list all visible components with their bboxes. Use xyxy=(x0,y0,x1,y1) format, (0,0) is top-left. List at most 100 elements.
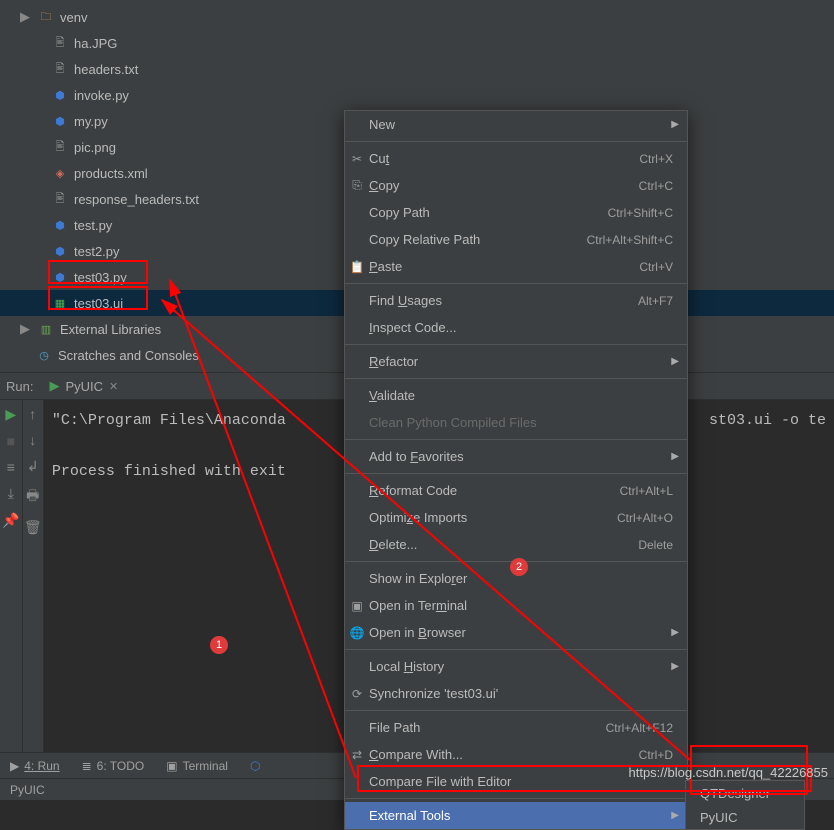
menu-icon: 🌐 xyxy=(349,626,365,640)
menu-item-open-in-browser[interactable]: 🌐Open in Browser▶ xyxy=(345,619,687,646)
submenu-item-qtdesigner[interactable]: QTDesigner xyxy=(686,781,804,805)
trash-icon[interactable]: 🗑 xyxy=(24,519,42,536)
status-text: PyUIC xyxy=(10,783,45,797)
menu-item-file-path[interactable]: File PathCtrl+Alt+F12 xyxy=(345,714,687,741)
menu-item-clean-python-compiled-files: Clean Python Compiled Files xyxy=(345,409,687,436)
menu-item-synchronize-test03-ui[interactable]: ⟳Synchronize 'test03.ui' xyxy=(345,680,687,707)
menu-item-find-usages[interactable]: Find UsagesAlt+F7 xyxy=(345,287,687,314)
menu-separator xyxy=(345,710,687,711)
folder-icon: 🗀 xyxy=(38,9,54,25)
tree-file-label: headers.txt xyxy=(74,62,138,77)
file-file-icon: 🖹 xyxy=(52,61,68,77)
play-icon: ▶ xyxy=(10,759,19,773)
menu-item-paste[interactable]: 📋PasteCtrl+V xyxy=(345,253,687,280)
menu-icon: 📋 xyxy=(349,260,365,274)
menu-item-label: Synchronize 'test03.ui' xyxy=(369,686,673,701)
menu-separator xyxy=(345,439,687,440)
menu-item-reformat-code[interactable]: Reformat CodeCtrl+Alt+L xyxy=(345,477,687,504)
menu-item-external-tools[interactable]: External Tools▶ xyxy=(345,802,687,829)
tree-item-label: External Libraries xyxy=(60,322,161,337)
file-file-icon: 🖹 xyxy=(52,139,68,155)
menu-item-label: Paste xyxy=(369,259,639,274)
py-file-icon: ⬢ xyxy=(52,87,68,103)
file-file-icon: 🖹 xyxy=(52,191,68,207)
wrap-icon[interactable]: ↲ xyxy=(27,458,39,475)
tree-file-headers-txt[interactable]: 🖹 headers.txt xyxy=(0,56,834,82)
menu-item-label: Local History xyxy=(369,659,673,674)
submenu-arrow-icon: ▶ xyxy=(671,356,679,367)
tree-file-label: invoke.py xyxy=(74,88,129,103)
tool-run[interactable]: ▶ 4: Run xyxy=(10,759,60,773)
menu-item-open-in-terminal[interactable]: ▣Open in Terminal xyxy=(345,592,687,619)
menu-item-optimize-imports[interactable]: Optimize ImportsCtrl+Alt+O xyxy=(345,504,687,531)
menu-item-label: Reformat Code xyxy=(369,483,620,498)
ui-file-icon: ▦ xyxy=(52,295,68,311)
tree-file-label: my.py xyxy=(74,114,108,129)
menu-separator xyxy=(345,283,687,284)
tool-terminal[interactable]: ▣ Terminal xyxy=(166,759,228,773)
menu-item-local-history[interactable]: Local History▶ xyxy=(345,653,687,680)
scroll-icon[interactable]: ⤓ xyxy=(8,485,14,502)
watermark: https://blog.csdn.net/qq_42226855 xyxy=(629,765,829,780)
menu-shortcut: Ctrl+Alt+Shift+C xyxy=(587,233,673,247)
menu-item-copy-path[interactable]: Copy PathCtrl+Shift+C xyxy=(345,199,687,226)
file-file-icon: 🖹 xyxy=(52,35,68,51)
tree-file-label: ha.JPG xyxy=(74,36,117,51)
menu-shortcut: Alt+F7 xyxy=(638,294,673,308)
menu-item-new[interactable]: New▶ xyxy=(345,111,687,138)
menu-item-validate[interactable]: Validate xyxy=(345,382,687,409)
menu-item-label: Copy xyxy=(369,178,639,193)
run-tab[interactable]: ▶ PyUIC ✕ xyxy=(43,373,124,399)
menu-item-label: External Tools xyxy=(369,808,673,823)
menu-shortcut: Ctrl+Shift+C xyxy=(608,206,673,220)
menu-item-label: Compare File with Editor xyxy=(369,774,673,789)
down-icon[interactable]: ↓ xyxy=(29,432,36,448)
tree-folder-venv[interactable]: ▶ 🗀 venv xyxy=(0,4,834,30)
tool-todo[interactable]: ≣ 6: TODO xyxy=(82,759,145,773)
menu-item-add-to-favorites[interactable]: Add to Favorites▶ xyxy=(345,443,687,470)
tree-item-label: Scratches and Consoles xyxy=(58,348,199,363)
menu-icon: ✂ xyxy=(349,152,365,166)
menu-item-inspect-code[interactable]: Inspect Code... xyxy=(345,314,687,341)
stop-icon[interactable]: ■ xyxy=(7,433,15,449)
menu-item-copy-relative-path[interactable]: Copy Relative PathCtrl+Alt+Shift+C xyxy=(345,226,687,253)
run-gutter-right: ↑ ↓ ↲ 🖶 🗑 xyxy=(23,400,44,752)
layout-icon[interactable]: ≡ xyxy=(7,459,15,475)
tree-file-invoke-py[interactable]: ⬢ invoke.py xyxy=(0,82,834,108)
menu-separator xyxy=(345,561,687,562)
python-icon: ⬡ xyxy=(250,759,260,773)
pin-icon[interactable]: 📌 xyxy=(2,512,19,529)
tree-file-ha-JPG[interactable]: 🖹 ha.JPG xyxy=(0,30,834,56)
menu-item-label: Copy Path xyxy=(369,205,608,220)
up-icon[interactable]: ↑ xyxy=(29,406,36,422)
todo-icon: ≣ xyxy=(82,759,92,773)
menu-item-copy[interactable]: ⎘CopyCtrl+C xyxy=(345,172,687,199)
tool-python[interactable]: ⬡ xyxy=(250,759,260,773)
submenu-item-pyuic[interactable]: PyUIC xyxy=(686,805,804,829)
py-file-icon: ⬢ xyxy=(52,217,68,233)
py-file-icon: ⬢ xyxy=(52,113,68,129)
menu-item-label: Delete... xyxy=(369,537,638,552)
menu-shortcut: Ctrl+X xyxy=(639,152,673,166)
menu-shortcut: Ctrl+Alt+L xyxy=(620,484,673,498)
menu-item-refactor[interactable]: Refactor▶ xyxy=(345,348,687,375)
menu-item-compare-with[interactable]: ⇄Compare With...Ctrl+D xyxy=(345,741,687,768)
tree-folder-label: venv xyxy=(60,10,87,25)
run-tab-label: PyUIC xyxy=(65,379,103,394)
menu-shortcut: Ctrl+Alt+O xyxy=(617,511,673,525)
xml-file-icon: ◈ xyxy=(52,165,68,181)
library-icon: ▥ xyxy=(38,321,54,337)
run-gutter-left: ▶ ■ ≡ ⤓ 📌 xyxy=(0,400,23,752)
close-icon[interactable]: ✕ xyxy=(109,380,118,393)
menu-shortcut: Ctrl+C xyxy=(639,179,673,193)
submenu-arrow-icon: ▶ xyxy=(671,451,679,462)
context-menu[interactable]: New▶✂CutCtrl+X⎘CopyCtrl+CCopy PathCtrl+S… xyxy=(344,110,688,830)
tree-file-label: pic.png xyxy=(74,140,116,155)
menu-item-delete[interactable]: Delete...Delete xyxy=(345,531,687,558)
external-tools-submenu[interactable]: QTDesigner PyUIC xyxy=(685,780,805,830)
rerun-icon[interactable]: ▶ xyxy=(5,406,16,423)
menu-item-cut[interactable]: ✂CutCtrl+X xyxy=(345,145,687,172)
chevron-right-icon: ▶ xyxy=(20,9,32,25)
menu-item-show-in-explorer[interactable]: Show in Explorer xyxy=(345,565,687,592)
print-icon[interactable]: 🖶 xyxy=(26,485,39,509)
